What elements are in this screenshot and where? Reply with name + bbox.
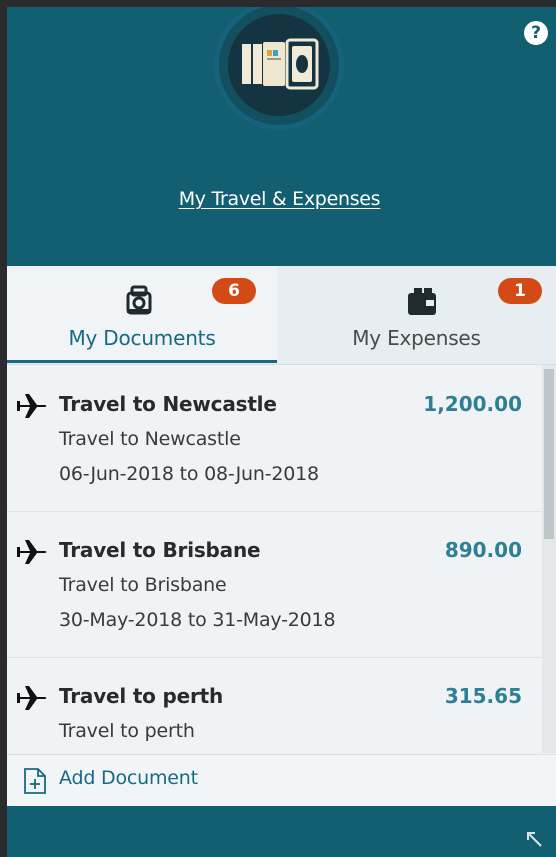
app-window: ? My Travel & Expenses 6 My Documents 1 …	[7, 7, 556, 857]
document-amount: 1,200.00	[423, 392, 522, 416]
documents-count-badge: 6	[212, 278, 256, 304]
airplane-icon	[17, 540, 47, 564]
help-icon[interactable]: ?	[524, 21, 548, 45]
document-amount: 890.00	[444, 538, 522, 562]
tab-my-documents[interactable]: 6 My Documents	[7, 266, 277, 363]
document-amount: 315.65	[444, 684, 522, 708]
tab-label: My Expenses	[352, 326, 481, 350]
document-dates: 30-May-2018 to 31-May-2018	[59, 609, 336, 631]
logo	[219, 7, 339, 125]
document-title: Travel to Newcastle	[59, 392, 277, 416]
add-document-icon	[24, 768, 46, 794]
scrollbar-thumb[interactable]	[544, 369, 554, 539]
documents-list[interactable]: Travel to Newcastle 1,200.00 Travel to N…	[7, 365, 556, 753]
footer	[7, 806, 556, 857]
list-item[interactable]: Travel to Newcastle 1,200.00 Travel to N…	[7, 365, 542, 512]
header: ? My Travel & Expenses	[7, 7, 556, 266]
list-item[interactable]: Travel to perth 315.65 Travel to perth	[7, 657, 542, 753]
wallet-and-cards-icon	[242, 38, 319, 90]
document-dates: 06-Jun-2018 to 08-Jun-2018	[59, 463, 319, 485]
airplane-icon	[17, 686, 47, 710]
tab-bar: 6 My Documents 1 My Expenses	[7, 266, 556, 365]
logo-inner	[228, 14, 330, 116]
document-title: Travel to Brisbane	[59, 538, 261, 562]
add-document-label: Add Document	[59, 767, 198, 789]
documents-panel: 6 My Documents 1 My Expenses Travel to N…	[7, 266, 556, 807]
documents-icon	[126, 285, 152, 315]
tab-my-expenses[interactable]: 1 My Expenses	[277, 266, 556, 363]
app-title-link[interactable]: My Travel & Expenses	[7, 188, 552, 210]
document-subtitle: Travel to Brisbane	[59, 574, 227, 596]
document-subtitle: Travel to perth	[59, 720, 195, 742]
list-item[interactable]: Travel to Brisbane 890.00 Travel to Bris…	[7, 511, 542, 658]
airplane-icon	[17, 394, 47, 418]
document-subtitle: Travel to Newcastle	[59, 428, 241, 450]
tab-label: My Documents	[68, 326, 216, 350]
document-title: Travel to perth	[59, 684, 224, 708]
wallet-icon	[408, 288, 436, 315]
expand-icon[interactable]	[524, 829, 544, 849]
expenses-count-badge: 1	[498, 278, 542, 304]
add-document-button[interactable]: Add Document	[7, 754, 556, 807]
scrollbar[interactable]	[542, 365, 556, 753]
